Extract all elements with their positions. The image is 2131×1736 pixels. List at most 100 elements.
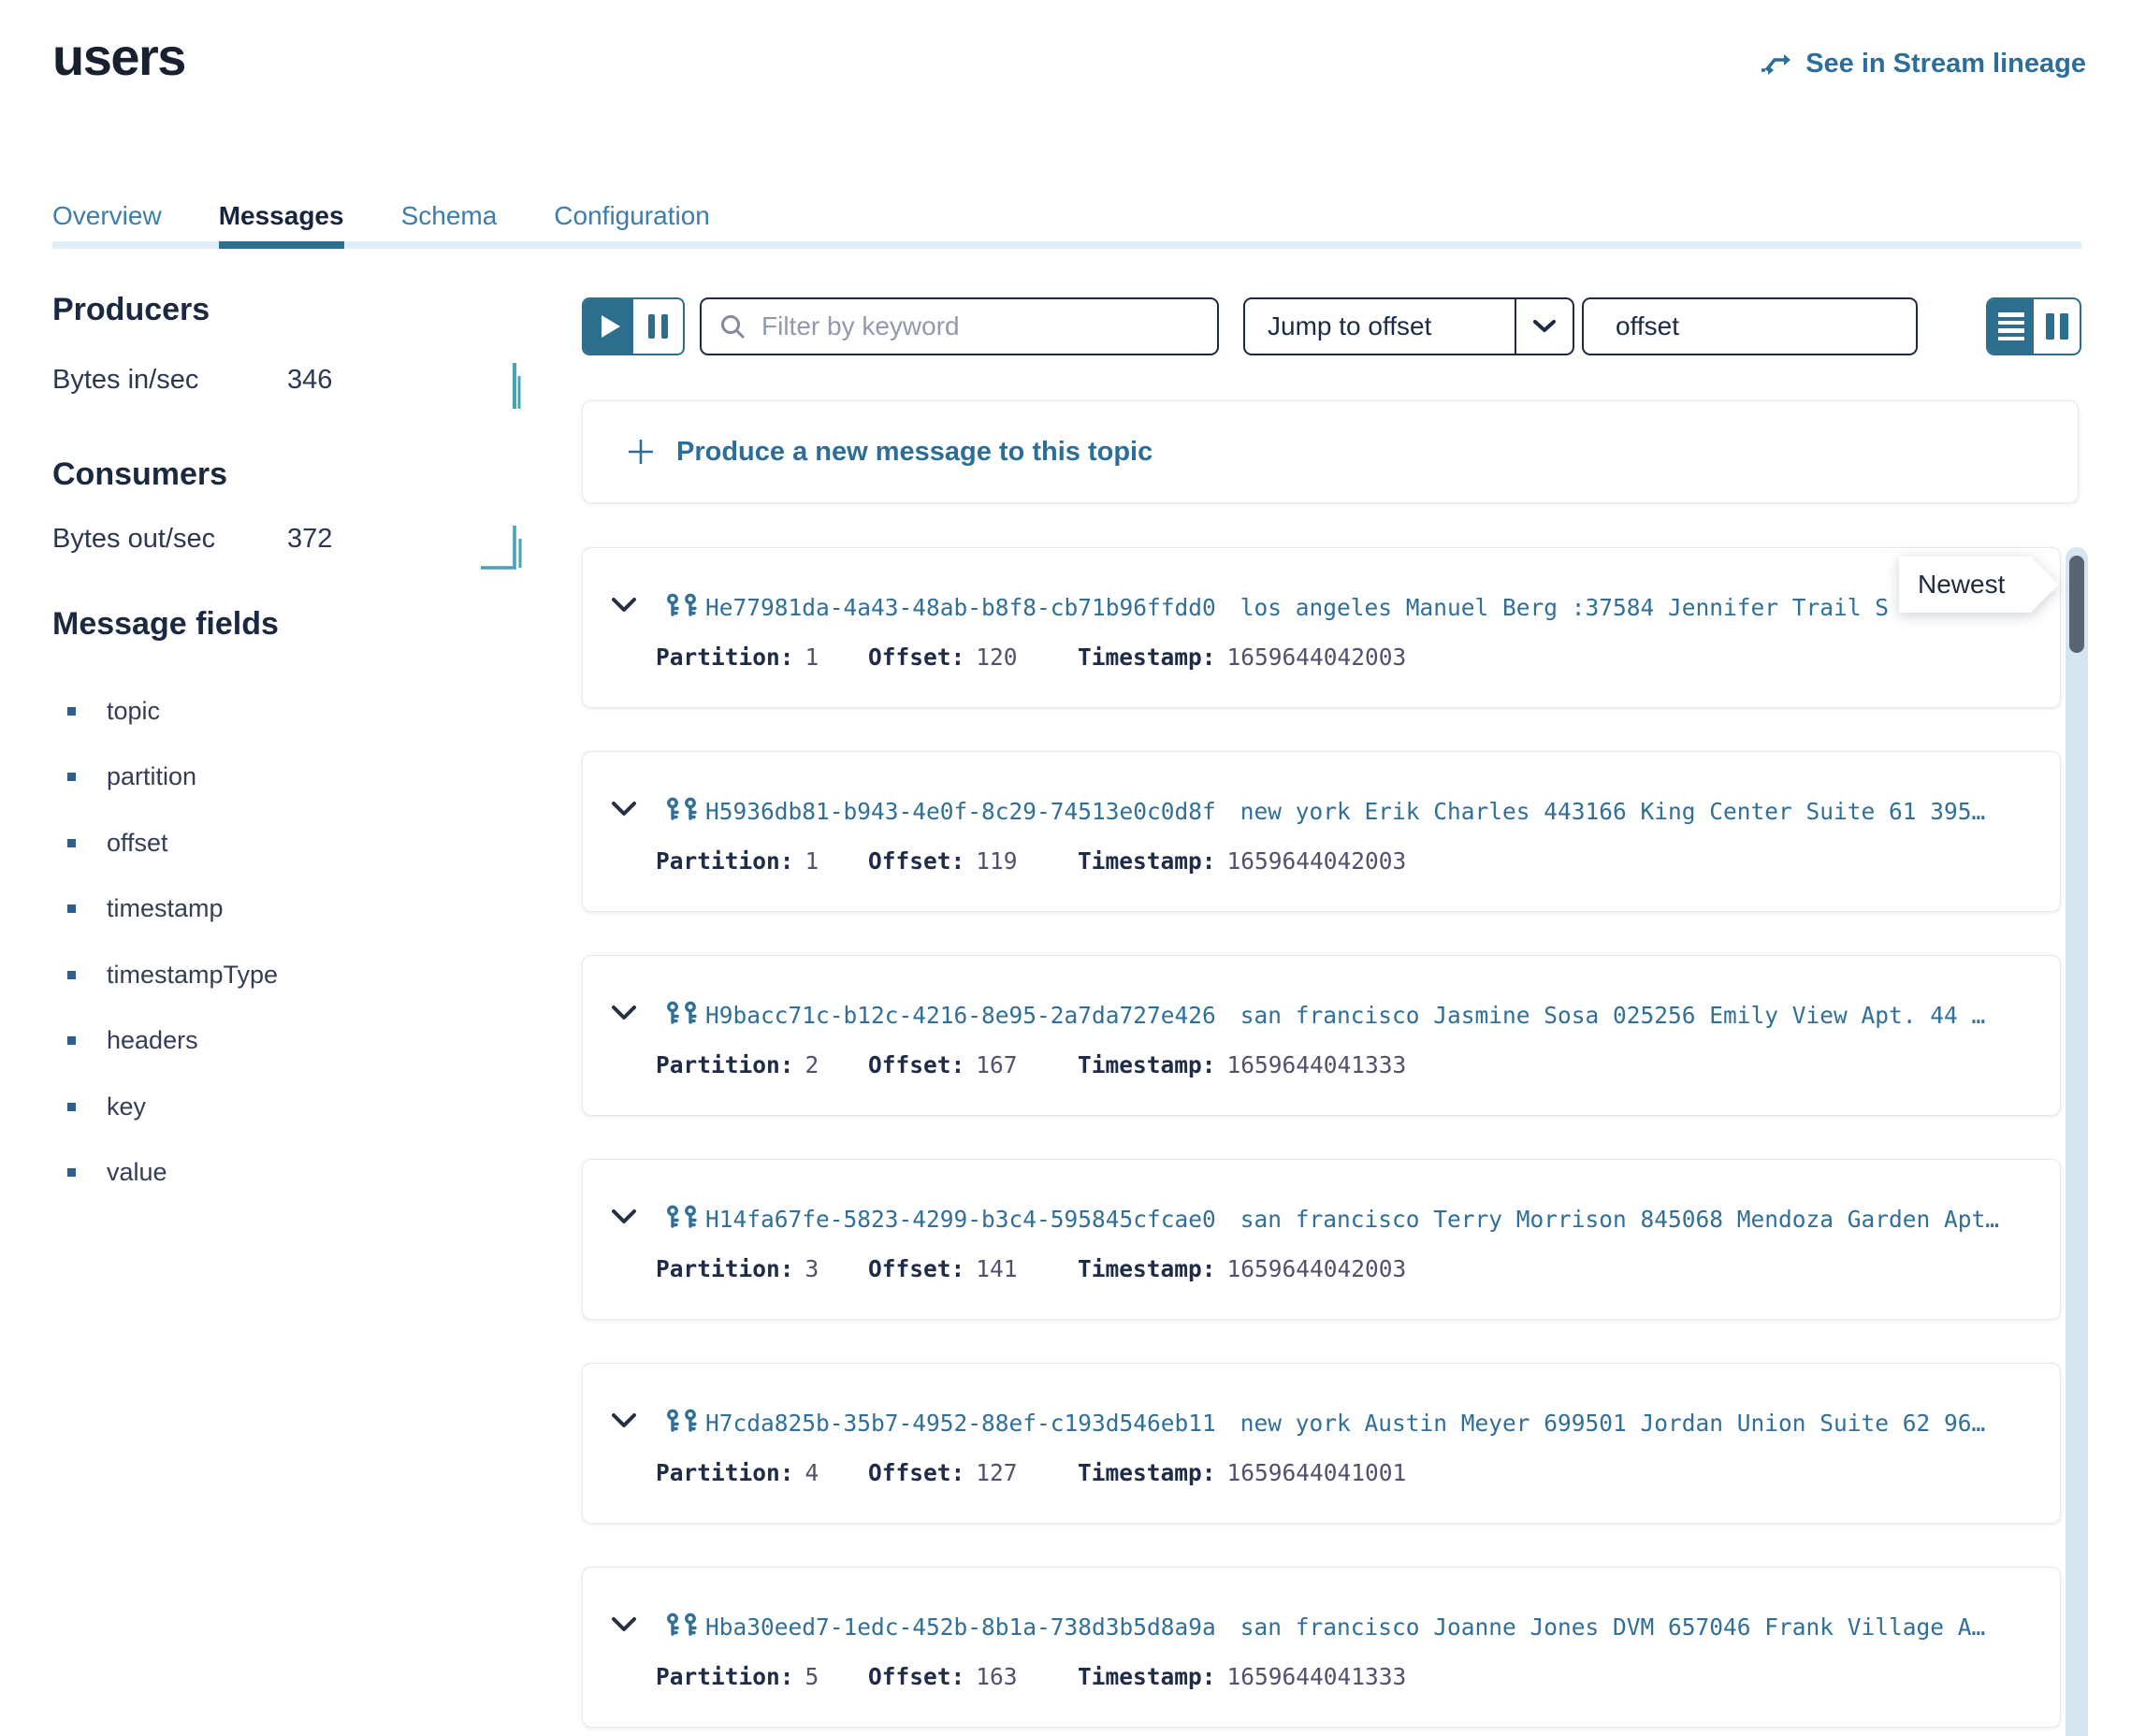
message-key: Hba30eed7-1edc-452b-8b1a-738d3b5d8a9a xyxy=(705,1613,1216,1641)
message-card[interactable]: H5936db81-b943-4e0f-8c29-74513e0c0d8f ne… xyxy=(582,751,2061,912)
partition-label: Partition: xyxy=(656,1459,794,1486)
message-summary: san francisco Joanne Jones DVM 657046 Fr… xyxy=(1240,1613,1986,1641)
timestamp-value: 1659644041001 xyxy=(1227,1459,1407,1486)
plus-icon xyxy=(626,437,656,467)
message-card[interactable]: H14fa67fe-5823-4299-b3c4-595845cfcae0 sa… xyxy=(582,1159,2061,1320)
offset-label: Offset: xyxy=(868,1255,964,1282)
key-icons xyxy=(665,1409,698,1433)
message-field-label: value xyxy=(107,1158,167,1187)
tab-overview[interactable]: Overview xyxy=(52,183,162,249)
message-meta: Partition: 5 Offset: 163 Timestamp: 1659… xyxy=(656,1663,1406,1690)
chevron-down-icon[interactable] xyxy=(611,1005,637,1021)
play-icon xyxy=(602,315,620,338)
message-line: H5936db81-b943-4e0f-8c29-74513e0c0d8f ne… xyxy=(705,793,2041,829)
message-key: H9bacc71c-b12c-4216-8e95-2a7da727e426 xyxy=(705,1002,1216,1029)
bullet-icon xyxy=(67,839,76,847)
bullet-icon xyxy=(67,904,76,913)
scrollbar-track[interactable] xyxy=(2066,547,2088,1736)
tab-messages[interactable]: Messages xyxy=(219,183,344,249)
partition-value: 1 xyxy=(805,847,819,875)
offset-value: 127 xyxy=(976,1459,1017,1486)
stream-lineage-link[interactable]: See in Stream lineage xyxy=(1759,49,2086,80)
jump-to-offset-select[interactable]: Jump to offset xyxy=(1243,297,1574,355)
message-key: He77981da-4a43-48ab-b8f8-cb71b96ffdd0 xyxy=(705,594,1216,621)
chevron-down-icon[interactable] xyxy=(611,1412,637,1429)
timestamp-value: 1659644042003 xyxy=(1227,644,1407,671)
key-icons xyxy=(665,797,698,821)
offset-value: 119 xyxy=(976,847,1017,875)
tab-schema[interactable]: Schema xyxy=(401,183,498,249)
chevron-down-icon[interactable] xyxy=(611,1616,637,1633)
partition-value: 1 xyxy=(805,644,819,671)
timestamp-label: Timestamp: xyxy=(1078,1255,1216,1282)
timestamp-label: Timestamp: xyxy=(1078,1663,1216,1690)
tab-bar: Overview Messages Schema Configuration xyxy=(52,183,2081,249)
bytes-in-sparkline xyxy=(501,355,533,412)
column-view-button[interactable] xyxy=(2034,299,2080,354)
message-field-item: partition xyxy=(67,745,278,811)
partition-value: 3 xyxy=(805,1255,819,1282)
key-icon xyxy=(665,1409,680,1433)
key-icon xyxy=(665,593,680,617)
message-key: H14fa67fe-5823-4299-b3c4-595845cfcae0 xyxy=(705,1206,1216,1233)
timestamp-value: 1659644042003 xyxy=(1227,847,1407,875)
chevron-down-icon[interactable] xyxy=(611,801,637,817)
consumers-heading: Consumers xyxy=(52,456,227,493)
message-card[interactable]: H9bacc71c-b12c-4216-8e95-2a7da727e426 sa… xyxy=(582,955,2061,1116)
offset-search-input[interactable] xyxy=(1614,311,1955,342)
timestamp-value: 1659644042003 xyxy=(1227,1255,1407,1282)
pause-button[interactable] xyxy=(633,299,683,354)
message-field-item: value xyxy=(67,1140,278,1207)
offset-value: 163 xyxy=(976,1663,1017,1690)
message-line: H9bacc71c-b12c-4216-8e95-2a7da727e426 sa… xyxy=(705,997,2041,1033)
offset-label: Offset: xyxy=(868,847,964,875)
timestamp-label: Timestamp: xyxy=(1078,847,1216,875)
key-icon xyxy=(683,797,698,821)
message-card[interactable]: Hba30eed7-1edc-452b-8b1a-738d3b5d8a9a sa… xyxy=(582,1567,2061,1728)
stream-lineage-label: See in Stream lineage xyxy=(1805,49,2086,80)
message-card[interactable]: He77981da-4a43-48ab-b8f8-cb71b96ffdd0 lo… xyxy=(582,547,2061,708)
message-line: H14fa67fe-5823-4299-b3c4-595845cfcae0 sa… xyxy=(705,1201,2041,1237)
tab-configuration[interactable]: Configuration xyxy=(554,183,710,249)
scrollbar-thumb[interactable] xyxy=(2069,556,2084,653)
chevron-down-icon[interactable] xyxy=(611,1208,637,1225)
offset-value: 120 xyxy=(976,644,1017,671)
message-line: H7cda825b-35b7-4952-88ef-c193d546eb11 ne… xyxy=(705,1405,2041,1440)
partition-label: Partition: xyxy=(656,1663,794,1690)
bullet-icon xyxy=(67,971,76,979)
play-pause-toggle xyxy=(582,297,685,355)
partition-value: 5 xyxy=(805,1663,819,1690)
message-field-item: timestampType xyxy=(67,942,278,1008)
key-icon xyxy=(665,797,680,821)
view-mode-toggle xyxy=(1986,297,2081,355)
timestamp-label: Timestamp: xyxy=(1078,644,1216,671)
bullet-icon xyxy=(67,1103,76,1111)
producers-heading: Producers xyxy=(52,292,210,328)
bytes-in-label: Bytes in/sec xyxy=(52,365,198,396)
offset-label: Offset: xyxy=(868,1051,964,1078)
produce-message-button[interactable]: Produce a new message to this topic xyxy=(582,400,2079,503)
offset-search xyxy=(1582,297,1918,355)
list-view-button[interactable] xyxy=(1988,299,2034,354)
list-view-icon xyxy=(1998,312,2024,340)
message-field-item: headers xyxy=(67,1008,278,1075)
offset-label: Offset: xyxy=(868,1459,964,1486)
message-field-label: offset xyxy=(107,829,168,858)
keyword-filter-input[interactable] xyxy=(760,311,1200,342)
partition-label: Partition: xyxy=(656,847,794,875)
message-meta: Partition: 1 Offset: 119 Timestamp: 1659… xyxy=(656,847,1406,875)
message-fields-list: topicpartitionoffsettimestamptimestampTy… xyxy=(67,678,278,1206)
select-chevron-zone[interactable] xyxy=(1515,299,1573,354)
jump-to-offset-value: Jump to offset xyxy=(1245,299,1515,354)
message-card[interactable]: H7cda825b-35b7-4952-88ef-c193d546eb11 ne… xyxy=(582,1363,2061,1524)
offset-label: Offset: xyxy=(868,1663,964,1690)
key-icon xyxy=(683,1205,698,1229)
column-view-icon xyxy=(2046,313,2068,340)
partition-value: 4 xyxy=(805,1459,819,1486)
key-icons xyxy=(665,1613,698,1637)
key-icons xyxy=(665,593,698,617)
chevron-down-icon[interactable] xyxy=(611,597,637,614)
offset-value: 167 xyxy=(976,1051,1017,1078)
play-button[interactable] xyxy=(584,299,633,354)
bullet-icon xyxy=(67,1168,76,1177)
